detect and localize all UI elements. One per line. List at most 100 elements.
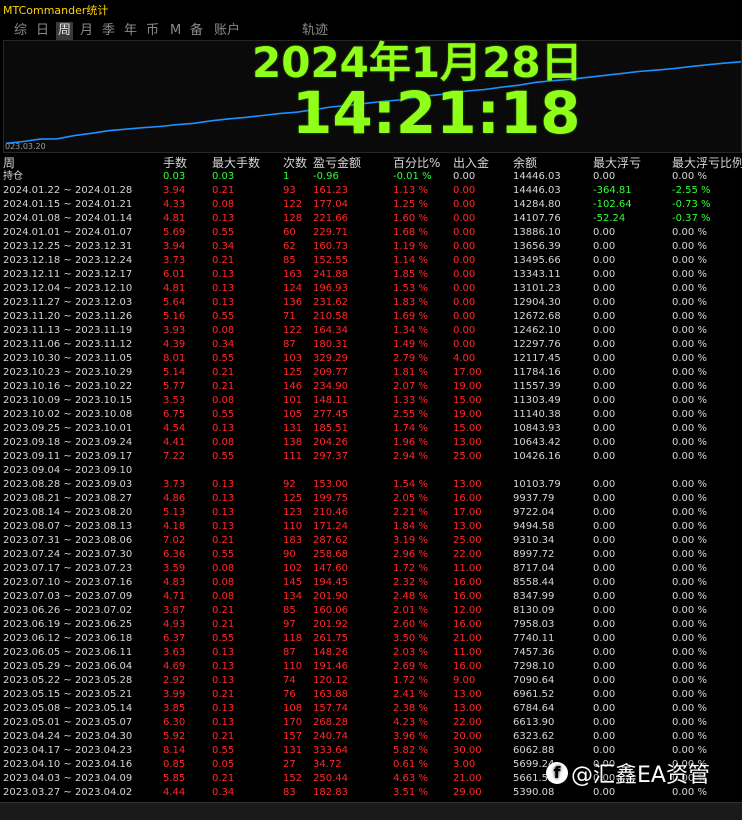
table-row[interactable]: 2023.09.25 ~ 2023.10.01 4.54 0.13 131 185.51… xyxy=(0,422,742,436)
cell-col-8: 0.00 xyxy=(593,353,616,364)
tab-8[interactable]: 备 xyxy=(188,22,205,40)
cell-col-8: 0.00 xyxy=(593,689,616,700)
table-row[interactable]: 2023.05.15 ~ 2023.05.21 3.99 0.21 76 163.88 2… xyxy=(0,688,742,702)
table-row[interactable]: 2023.06.19 ~ 2023.06.25 4.93 0.21 97 201.92 2… xyxy=(0,618,742,632)
cell-col-1: 4.33 xyxy=(163,199,186,210)
cell-col-3: 125 xyxy=(283,367,303,378)
table-row[interactable]: 2023.08.21 ~ 2023.08.27 4.86 0.13 125 199.75… xyxy=(0,492,742,506)
cell-col-5: 1.85 % xyxy=(393,269,428,280)
table-row[interactable]: 2023.06.12 ~ 2023.06.18 6.37 0.55 118 261.75… xyxy=(0,632,742,646)
table-row[interactable]: 2023.11.20 ~ 2023.11.26 5.16 0.55 71 210.58 1… xyxy=(0,310,742,324)
cell-col-5: 4.63 % xyxy=(393,773,428,784)
table-row[interactable]: 2023.08.07 ~ 2023.08.13 4.18 0.13 110 171.24… xyxy=(0,520,742,534)
tab-2[interactable]: 周 xyxy=(56,22,74,40)
tab-1[interactable]: 日 xyxy=(34,22,51,40)
table-row[interactable]: 2023.07.17 ~ 2023.07.23 3.59 0.08 102 147.60… xyxy=(0,562,742,576)
cell-col-9: 0.00 % xyxy=(672,227,707,238)
table-row[interactable]: 2023.05.08 ~ 2023.05.14 3.85 0.13 108 157.74… xyxy=(0,702,742,716)
cell-col-4: 329.29 xyxy=(313,353,348,364)
table-row[interactable]: 2023.10.23 ~ 2023.10.29 5.14 0.21 125 209.77… xyxy=(0,366,742,380)
table-row[interactable]: 2024.01.01 ~ 2024.01.07 5.69 0.55 60 229.71 1… xyxy=(0,226,742,240)
table-row[interactable]: 2023.11.06 ~ 2023.11.12 4.39 0.34 87 180.31 1… xyxy=(0,338,742,352)
cell-col-2: 0.13 xyxy=(212,521,235,532)
cell-col-4: 210.46 xyxy=(313,507,348,518)
cell-col-5: 1.96 % xyxy=(393,437,428,448)
cell-col-2: 0.34 xyxy=(212,339,235,350)
cell-col-5: 0.61 % xyxy=(393,759,428,770)
table-row[interactable]: 2023.05.01 ~ 2023.05.07 6.30 0.13 170 268.28… xyxy=(0,716,742,730)
cell-col-0: 2023.12.04 ~ 2023.12.10 xyxy=(3,283,133,294)
cell-col-9: 0.00 % xyxy=(672,353,707,364)
table-row[interactable]: 2023.08.28 ~ 2023.09.03 3.73 0.13 92 153.00 1… xyxy=(0,478,742,492)
table-row[interactable]: 2023.07.03 ~ 2023.07.09 4.71 0.08 134 201.90… xyxy=(0,590,742,604)
cell-col-6: 29.00 xyxy=(453,787,482,798)
table-row[interactable]: 2024.01.15 ~ 2024.01.21 4.33 0.08 122 177.04… xyxy=(0,198,742,212)
table-row[interactable]: 2023.12.18 ~ 2023.12.24 3.73 0.21 85 152.55 1… xyxy=(0,254,742,268)
cell-col-6: 出入金 xyxy=(453,156,490,170)
table-row[interactable]: 2023.05.22 ~ 2023.05.28 2.92 0.13 74 120.12 1… xyxy=(0,674,742,688)
cell-col-6: 0.00 xyxy=(453,255,476,266)
tab-0[interactable]: 综 xyxy=(12,22,29,40)
table-row[interactable]: 2023.04.17 ~ 2023.04.23 8.14 0.55 131 333.64… xyxy=(0,744,742,758)
table-row[interactable]: 2023.10.09 ~ 2023.10.15 3.53 0.08 101 148.11… xyxy=(0,394,742,408)
cell-col-8: 0.00 xyxy=(593,619,616,630)
cell-col-9: 0.00 % xyxy=(672,381,707,392)
table-row[interactable]: 2023.12.11 ~ 2023.12.17 6.01 0.13 163 241.88… xyxy=(0,268,742,282)
cell-col-6: 16.00 xyxy=(453,591,482,602)
table-row[interactable]: 2023.10.30 ~ 2023.11.05 8.01 0.55 103 329.29… xyxy=(0,352,742,366)
table-row[interactable]: 2023.06.05 ~ 2023.06.11 3.63 0.13 87 148.26 2… xyxy=(0,646,742,660)
table-row[interactable]: 2023.07.31 ~ 2023.08.06 7.02 0.21 183 287.62… xyxy=(0,534,742,548)
cell-col-8: 0.00 xyxy=(593,577,616,588)
cell-col-8: 0.00 xyxy=(593,633,616,644)
tab-5[interactable]: 年 xyxy=(122,22,139,40)
table-row[interactable]: 2023.06.26 ~ 2023.07.02 3.87 0.21 85 160.06 2… xyxy=(0,604,742,618)
cell-col-0: 2023.05.01 ~ 2023.05.07 xyxy=(3,717,133,728)
tab-3[interactable]: 月 xyxy=(78,22,95,40)
table-row[interactable]: 2023.07.10 ~ 2023.07.16 4.83 0.08 145 194.45… xyxy=(0,576,742,590)
cell-col-2: 0.08 xyxy=(212,199,235,210)
table-row[interactable]: 2023.08.14 ~ 2023.08.20 5.13 0.13 123 210.46… xyxy=(0,506,742,520)
tab-6[interactable]: 币 xyxy=(144,22,161,40)
table-row[interactable]: 2023.11.13 ~ 2023.11.19 3.93 0.08 122 164.34… xyxy=(0,324,742,338)
cell-col-3: 110 xyxy=(283,521,303,532)
cell-col-1: 3.94 xyxy=(163,241,186,252)
tab-7[interactable]: M xyxy=(168,22,183,40)
cell-col-2: 0.13 xyxy=(212,675,235,686)
table-row[interactable]: 2023.10.16 ~ 2023.10.22 5.77 0.21 146 234.90… xyxy=(0,380,742,394)
tab-9[interactable]: 账户 xyxy=(212,22,242,40)
table-row[interactable]: 2024.01.22 ~ 2024.01.28 3.94 0.21 93 161.23 1… xyxy=(0,184,742,198)
cell-col-5: 2.69 % xyxy=(393,661,428,672)
table-row[interactable]: 2023.12.04 ~ 2023.12.10 4.81 0.13 124 196.93… xyxy=(0,282,742,296)
cell-col-3: 76 xyxy=(283,689,296,700)
cell-col-7: 11140.38 xyxy=(513,409,561,420)
cell-col-0: 2024.01.15 ~ 2024.01.21 xyxy=(3,199,133,210)
cell-col-0: 2023.05.29 ~ 2023.06.04 xyxy=(3,661,133,672)
table-row[interactable]: 2023.07.24 ~ 2023.07.30 6.36 0.55 90 258.68 2… xyxy=(0,548,742,562)
cell-col-4: 268.28 xyxy=(313,717,348,728)
cell-col-4: 152.55 xyxy=(313,255,348,266)
table-row[interactable]: 2023.09.04 ~ 2023.09.10 xyxy=(0,464,742,478)
table-row[interactable]: 2023.05.29 ~ 2023.06.04 4.69 0.13 110 191.46… xyxy=(0,660,742,674)
cell-col-3: 71 xyxy=(283,311,296,322)
table-row[interactable]: 2023.11.27 ~ 2023.12.03 5.64 0.13 136 231.62… xyxy=(0,296,742,310)
cell-col-3: 87 xyxy=(283,647,296,658)
totals-footer-bg xyxy=(0,802,742,820)
cell-col-9: 0.00 % xyxy=(672,297,707,308)
table-row[interactable]: 2023.09.11 ~ 2023.09.17 7.22 0.55 111 297.37… xyxy=(0,450,742,464)
tab-4[interactable]: 季 xyxy=(100,22,117,40)
table-row[interactable]: 2023.09.18 ~ 2023.09.24 4.41 0.08 138 204.26… xyxy=(0,436,742,450)
table-row[interactable]: 2023.10.02 ~ 2023.10.08 6.75 0.55 105 277.45… xyxy=(0,408,742,422)
app-title: MTCommander统计 xyxy=(3,4,109,17)
cell-col-9: 0.00 % xyxy=(672,409,707,420)
table-row[interactable]: 2023.12.25 ~ 2023.12.31 3.94 0.34 62 160.73 1… xyxy=(0,240,742,254)
cell-col-0: 2023.06.05 ~ 2023.06.11 xyxy=(3,647,133,658)
cell-col-5: 1.25 % xyxy=(393,199,428,210)
cell-col-2: 0.13 xyxy=(212,479,235,490)
cell-col-7: 10426.16 xyxy=(513,451,561,462)
cell-col-0: 2023.04.10 ~ 2023.04.16 xyxy=(3,759,133,770)
table-row[interactable]: 2023.04.24 ~ 2023.04.30 5.92 0.21 157 240.74… xyxy=(0,730,742,744)
cell-col-0: 2024.01.01 ~ 2024.01.07 xyxy=(3,227,133,238)
table-row[interactable]: 2024.01.08 ~ 2024.01.14 4.81 0.13 128 221.66… xyxy=(0,212,742,226)
cell-col-9: 0.00 % xyxy=(672,605,707,616)
cell-col-3: 145 xyxy=(283,577,303,588)
